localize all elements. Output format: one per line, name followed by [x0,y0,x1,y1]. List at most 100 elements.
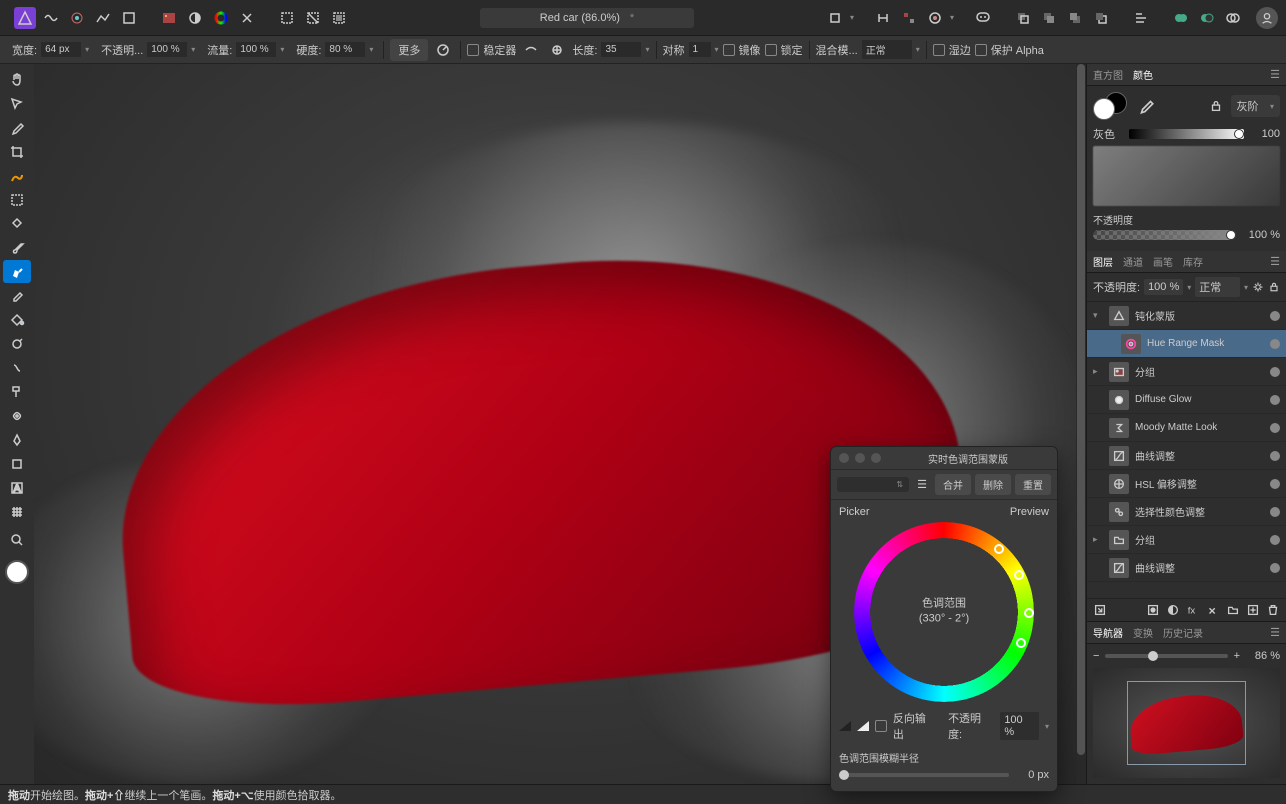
auto-levels-icon[interactable] [184,7,206,29]
hue-wheel[interactable]: 色调范围 (330° - 2°) [854,522,1034,702]
chevron-down-icon[interactable]: ▾ [191,45,195,54]
arrange-forward-icon[interactable] [1064,7,1086,29]
layer-item[interactable]: Moody Matte Look [1087,414,1286,442]
panel-menu-icon[interactable]: ☰ [1270,255,1280,268]
hardness-input[interactable]: 80 % [325,42,365,57]
blur-slider[interactable] [839,773,1009,777]
boolean-intersect-icon[interactable] [1222,7,1244,29]
marquee-tool-icon[interactable] [3,188,31,211]
zoom-out-button[interactable]: − [1093,650,1099,662]
foreground-color-swatch[interactable] [5,560,29,584]
layer-popout-icon[interactable] [1093,603,1107,617]
tab-channels[interactable]: 通道 [1123,254,1143,269]
chevron-down-icon[interactable]: ▾ [1187,283,1191,292]
boolean-add-icon[interactable] [1170,7,1192,29]
healing-tool-icon[interactable] [3,404,31,427]
lock-checkbox[interactable] [765,44,777,56]
chevron-down-icon[interactable]: ▾ [950,13,954,22]
layer-visibility-toggle[interactable] [1270,339,1280,349]
delete-layer-icon[interactable] [1266,603,1280,617]
flood-select-tool-icon[interactable] [3,212,31,235]
tab-histogram[interactable]: 直方图 [1093,67,1123,82]
ramp-out-icon[interactable] [857,721,869,731]
pen-tool-icon[interactable] [3,428,31,451]
arrange-front-icon[interactable] [1090,7,1112,29]
image-icon[interactable] [158,7,180,29]
hue-handle[interactable] [1014,570,1024,580]
preset-menu-icon[interactable]: ☰ [913,478,931,491]
lock-icon[interactable] [1209,99,1223,113]
window-icon[interactable] [546,39,568,61]
layer-visibility-toggle[interactable] [1270,311,1280,321]
persona-develop-icon[interactable] [66,7,88,29]
expand-toggle-icon[interactable]: ▸ [1093,366,1103,377]
chevron-down-icon[interactable]: ▾ [715,45,719,54]
color-swatches[interactable] [1093,92,1129,120]
eyedropper-icon[interactable] [1137,97,1155,115]
gray-slider[interactable] [1129,129,1244,139]
gray-value[interactable]: 100 [1250,128,1280,140]
chevron-down-icon[interactable]: ▾ [850,13,854,22]
chevron-down-icon[interactable]: ▾ [916,45,920,54]
persona-liquify-icon[interactable] [40,7,62,29]
dodge-tool-icon[interactable] [3,332,31,355]
close-window-icon[interactable] [839,453,849,463]
grid-icon[interactable] [898,7,920,29]
layer-item[interactable]: 曲线调整 [1087,554,1286,582]
expand-toggle-icon[interactable]: ▾ [1093,310,1103,321]
snap-icon[interactable] [872,7,894,29]
delete-button[interactable]: 删除 [975,474,1011,495]
arrange-back-icon[interactable] [1012,7,1034,29]
merge-button[interactable]: 合并 [935,474,971,495]
length-input[interactable]: 35 [601,42,641,57]
erase-tool-icon[interactable] [3,284,31,307]
ramp-in-icon[interactable] [839,721,851,731]
layer-item[interactable]: 选择性颜色调整 [1087,498,1286,526]
chat-icon[interactable] [972,7,994,29]
smudge-tool-icon[interactable] [3,356,31,379]
document-title[interactable]: Red car (86.0%) * [480,8,694,28]
select-subject-icon[interactable] [236,7,258,29]
color-wheel-icon[interactable] [210,7,232,29]
layer-visibility-toggle[interactable] [1270,563,1280,573]
arrange-backward-icon[interactable] [1038,7,1060,29]
layer-visibility-toggle[interactable] [1270,535,1280,545]
zoom-slider[interactable] [1105,654,1227,658]
crop-tool-icon[interactable] [824,7,846,29]
adjustment-layer-icon[interactable] [1166,603,1180,617]
persona-photo-icon[interactable] [14,7,36,29]
account-avatar[interactable] [1256,7,1278,29]
tab-transform[interactable]: 变换 [1133,625,1153,640]
layer-visibility-toggle[interactable] [1270,423,1280,433]
protect-alpha-checkbox[interactable] [975,44,987,56]
align-icon[interactable] [1130,7,1152,29]
panel-titlebar[interactable]: 实时色调范围蒙版 [831,447,1057,469]
lock-icon[interactable] [1268,281,1280,293]
selection-none-icon[interactable] [302,7,324,29]
layer-item[interactable]: 曲线调整 [1087,442,1286,470]
layer-item[interactable]: Hue Range Mask [1087,330,1286,358]
zoom-window-icon[interactable] [871,453,881,463]
tab-history[interactable]: 历史记录 [1163,625,1203,640]
pixel-brush-tool-icon[interactable] [3,260,31,283]
expand-toggle-icon[interactable]: ▸ [1093,534,1103,545]
layer-item[interactable]: ▾钝化蒙版 [1087,302,1286,330]
minimize-window-icon[interactable] [855,453,865,463]
hue-opacity-input[interactable]: 100 % [1000,712,1039,740]
selection-all-icon[interactable] [276,7,298,29]
preview-label[interactable]: Preview [1010,506,1049,518]
chevron-down-icon[interactable]: ▾ [280,45,284,54]
paint-brush-tool-icon[interactable] [3,236,31,259]
picker-label[interactable]: Picker [839,506,870,518]
add-layer-icon[interactable] [1246,603,1260,617]
stabilizer-checkbox[interactable] [467,44,479,56]
hue-handle[interactable] [1016,638,1026,648]
color-mode-select[interactable]: 灰阶▾ [1231,95,1281,117]
hand-tool-icon[interactable] [3,68,31,91]
chevron-down-icon[interactable]: ▾ [369,45,373,54]
persona-tone-icon[interactable] [92,7,114,29]
zoom-value[interactable]: 86 % [1246,650,1280,662]
color-opacity-slider[interactable] [1093,230,1236,240]
panel-menu-icon[interactable]: ☰ [1270,68,1280,81]
layer-item[interactable]: Diffuse Glow [1087,386,1286,414]
